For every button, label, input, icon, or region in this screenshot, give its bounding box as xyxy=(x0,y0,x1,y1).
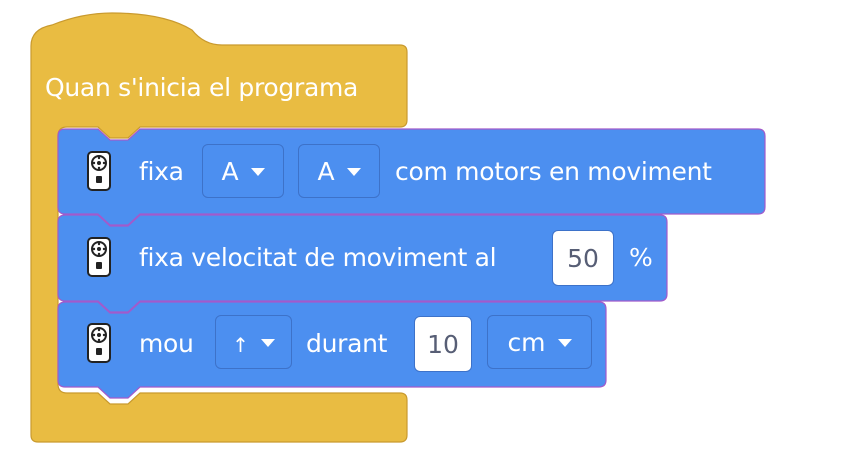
chevron-down-icon xyxy=(260,339,275,347)
chevron-down-icon xyxy=(557,339,572,347)
port-dropdown-1-value: A xyxy=(221,156,239,186)
direction-dropdown[interactable]: ↑ xyxy=(215,315,292,369)
remote-control-icon xyxy=(87,237,111,277)
distance-value-input[interactable]: 10 xyxy=(414,316,472,372)
remote-control-icon xyxy=(87,151,111,191)
port-dropdown-2-value: A xyxy=(317,156,335,186)
code-canvas: Quan s'inicia el programa fixa A A com m… xyxy=(0,0,854,464)
direction-arrow-icon: ↑ xyxy=(232,333,249,357)
chevron-down-icon xyxy=(250,168,265,176)
speed-unit: % xyxy=(629,243,653,272)
port-dropdown-1[interactable]: A xyxy=(202,144,284,198)
set-motors-tail: com motors en moviment xyxy=(395,157,712,186)
port-dropdown-2[interactable]: A xyxy=(298,144,380,198)
set-speed-label: fixa velocitat de moviment al xyxy=(139,243,497,272)
chevron-down-icon xyxy=(346,168,361,176)
move-word: mou xyxy=(139,329,194,358)
during-word: durant xyxy=(306,329,388,358)
unit-dropdown[interactable]: cm xyxy=(487,315,592,369)
unit-dropdown-value: cm xyxy=(507,327,546,357)
set-motors-word: fixa xyxy=(139,157,184,186)
block-shapes xyxy=(30,12,766,443)
remote-control-icon xyxy=(87,323,111,363)
event-block-label: Quan s'inicia el programa xyxy=(45,73,359,102)
speed-value-input[interactable]: 50 xyxy=(552,230,614,286)
